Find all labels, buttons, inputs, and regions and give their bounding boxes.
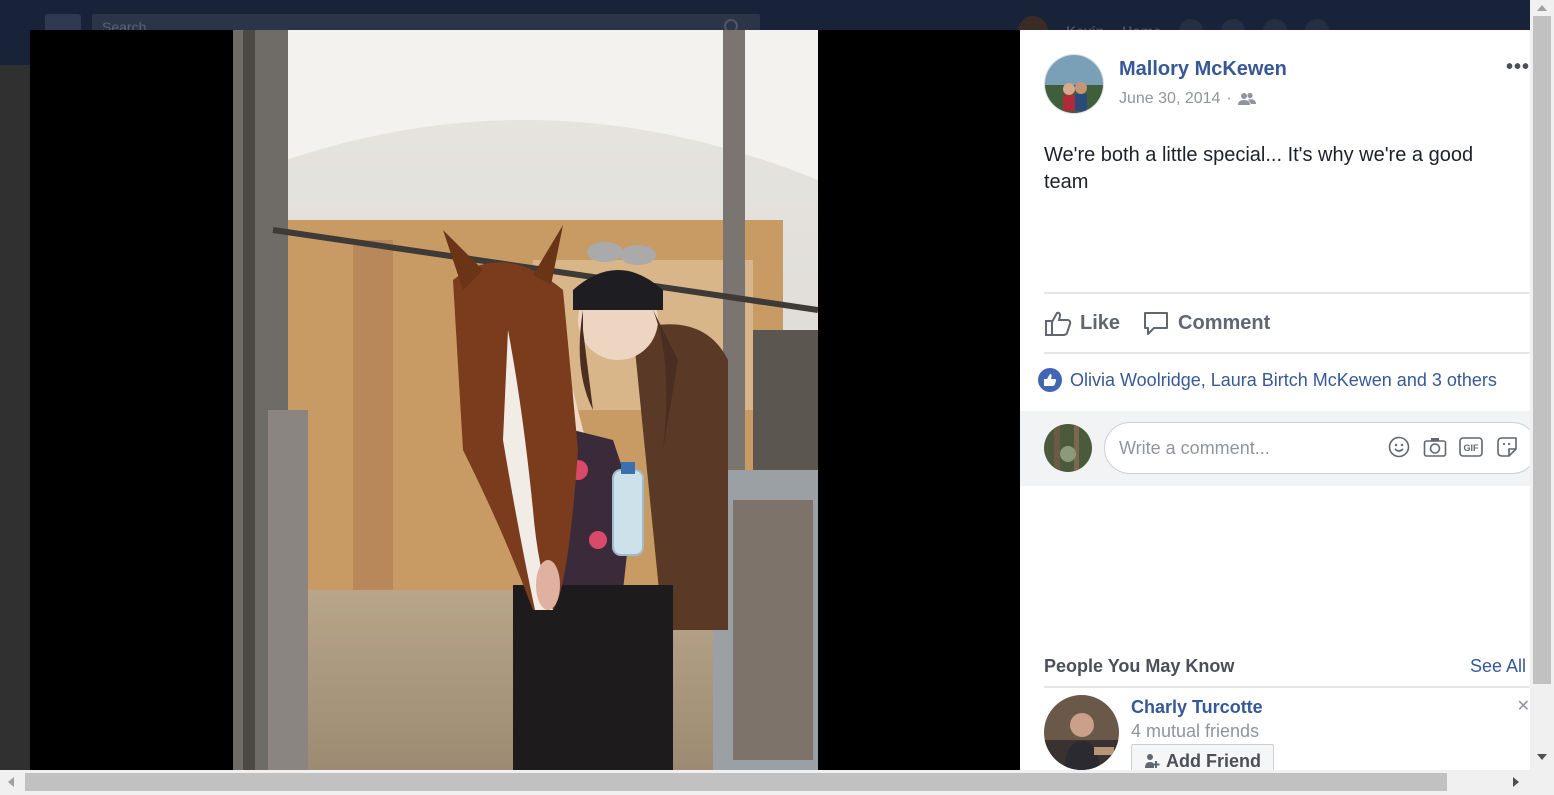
emoji-icon[interactable] xyxy=(1387,435,1411,459)
sticker-icon[interactable] xyxy=(1495,435,1519,459)
comment-label: Comment xyxy=(1178,311,1271,334)
post-photo[interactable] xyxy=(233,30,818,770)
add-friend-button[interactable]: Add Friend xyxy=(1131,744,1274,770)
horizontal-scrollbar[interactable] xyxy=(0,770,1530,795)
current-user-avatar xyxy=(1044,424,1092,472)
vertical-scroll-thumb[interactable] xyxy=(1533,16,1551,684)
current-user-avatar-image xyxy=(1044,424,1092,472)
scrollbar-corner xyxy=(1530,770,1554,795)
friends-icon[interactable] xyxy=(1237,92,1256,106)
scroll-up-arrow-icon[interactable] xyxy=(1537,5,1547,11)
reactions-summary[interactable]: Olivia Woolridge, Laura Birtch McKewen a… xyxy=(1038,368,1497,392)
comment-icon xyxy=(1144,312,1169,335)
like-label: Like xyxy=(1080,311,1121,334)
scroll-left-arrow-icon[interactable] xyxy=(8,777,14,787)
meta-separator: · xyxy=(1226,90,1232,107)
comment-placeholder: Write a comment... xyxy=(1119,438,1270,458)
like-reaction-icon xyxy=(1038,368,1062,392)
post-details-panel: Mallory McKewen June 30, 2014 · ••• We'r… xyxy=(1020,30,1530,770)
post-date[interactable]: June 30, 2014 xyxy=(1119,90,1220,108)
pymk-mutual-friends[interactable]: 4 mutual friends xyxy=(1131,721,1259,742)
divider xyxy=(1044,686,1530,688)
pymk-title: People You May Know xyxy=(1044,656,1235,676)
comment-button[interactable]: Comment xyxy=(1142,309,1270,337)
like-button[interactable]: Like xyxy=(1044,309,1120,337)
gif-icon[interactable]: GIF xyxy=(1459,435,1483,459)
add-friend-label: Add Friend xyxy=(1166,750,1261,771)
photo-illustration xyxy=(233,30,818,770)
comment-composer: Write a comment... GIF xyxy=(1020,411,1530,486)
close-icon[interactable]: ✕ xyxy=(1517,696,1530,716)
post-actions: Like Comment xyxy=(1044,292,1530,354)
scroll-right-arrow-icon[interactable] xyxy=(1513,777,1519,787)
more-options-button[interactable]: ••• xyxy=(1506,56,1530,79)
author-avatar-image xyxy=(1045,55,1103,113)
photo-theater xyxy=(30,30,1020,770)
horizontal-scroll-thumb[interactable] xyxy=(25,773,1447,791)
add-friend-icon xyxy=(1145,754,1160,768)
scroll-down-arrow-icon[interactable] xyxy=(1537,754,1547,760)
author-avatar[interactable] xyxy=(1044,54,1104,114)
svg-text:GIF: GIF xyxy=(1464,443,1480,453)
pymk-name[interactable]: Charly Turcotte xyxy=(1131,697,1263,718)
post-text: We're both a little special... It's why … xyxy=(1044,144,1474,193)
camera-icon[interactable] xyxy=(1423,435,1447,459)
likes-text[interactable]: Olivia Woolridge, Laura Birtch McKewen a… xyxy=(1070,370,1497,391)
comment-input[interactable]: Write a comment... GIF xyxy=(1104,422,1530,474)
post-author[interactable]: Mallory McKewen xyxy=(1119,58,1287,81)
thumbs-up-icon xyxy=(1045,311,1072,336)
comment-tools: GIF xyxy=(1387,435,1519,459)
see-all-link[interactable]: See All xyxy=(1470,656,1526,677)
pymk-avatar[interactable] xyxy=(1044,695,1119,770)
pymk-avatar-image xyxy=(1044,695,1119,770)
post-meta: June 30, 2014 · xyxy=(1119,90,1256,108)
vertical-scrollbar[interactable] xyxy=(1530,0,1554,770)
